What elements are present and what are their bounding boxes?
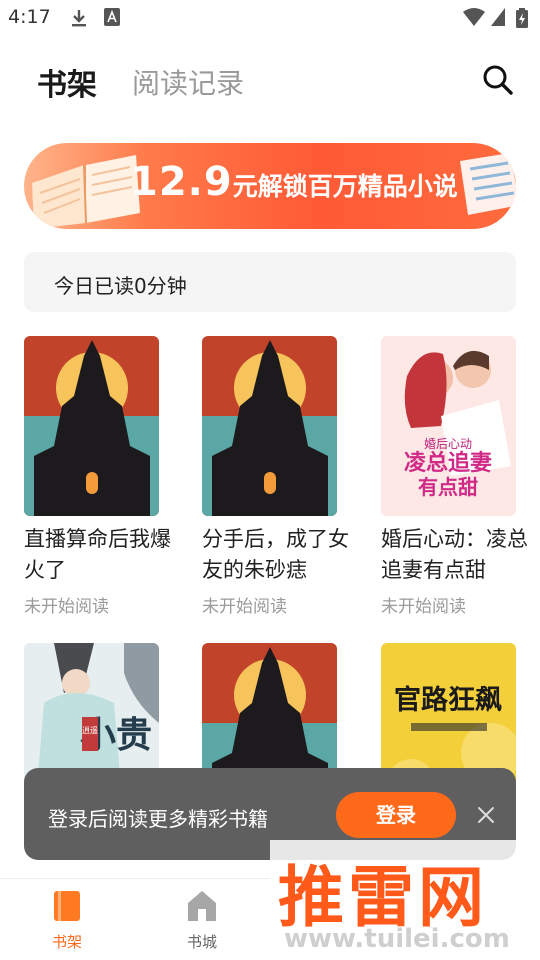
book-cover[interactable]: 婚后心动 凌总追妻 有点甜	[381, 336, 516, 516]
watermark-url: www.tuilei.com	[284, 924, 510, 954]
cover-title-line1: 婚后心动	[424, 437, 472, 451]
header: 书架 阅读记录	[0, 50, 540, 110]
tab-reading-history[interactable]: 阅读记录	[132, 62, 244, 102]
nav-label-bookstore: 书城	[186, 933, 217, 951]
wifi-icon	[463, 8, 485, 26]
login-button[interactable]: 登录	[336, 792, 456, 838]
cover-title-line2: 凌总追妻	[404, 450, 492, 476]
tab-bookshelf[interactable]: 书架	[37, 60, 97, 104]
book-status: 未开始阅读	[381, 597, 466, 617]
signal-icon	[491, 8, 505, 26]
banner-caption: 元解锁百万精品小说	[232, 172, 458, 201]
nav-label-bookshelf: 书架	[51, 933, 82, 951]
cover-title: 官路狂飙	[394, 684, 502, 716]
bookstore-icon	[188, 891, 216, 921]
book-item[interactable]: 直播算命后我爆火了 未开始阅读	[24, 336, 171, 617]
banner-text: 12.9元解锁百万精品小说	[130, 159, 458, 205]
book-cover[interactable]	[24, 336, 159, 516]
paper-icon	[460, 153, 516, 215]
book-title: 婚后心动：凌总追妻有点甜	[381, 527, 528, 582]
promo-banner[interactable]: 12.9元解锁百万精品小说	[24, 143, 516, 229]
book-item[interactable]: 婚后心动 凌总追妻 有点甜 婚后心动：凌总追妻有点甜 未开始阅读	[381, 336, 528, 617]
login-prompt-text: 登录后阅读更多精彩书籍	[48, 807, 268, 831]
book-item[interactable]: 分手后，成了女友的朱砂痣 未开始阅读	[202, 336, 349, 617]
bookshelf-icon	[54, 891, 80, 921]
cover-title-line3: 有点甜	[418, 475, 478, 499]
download-icon	[72, 10, 86, 27]
nav-item-bookstore[interactable]: 书城	[162, 889, 242, 952]
battery-icon	[516, 8, 528, 28]
book-status: 未开始阅读	[202, 597, 287, 617]
status-bar: 4:17	[0, 0, 540, 36]
reading-stats-text: 今日已读0分钟	[54, 274, 187, 298]
status-time: 4:17	[8, 6, 51, 28]
book-cover[interactable]	[202, 336, 337, 516]
watermark: 推雷网 www.tuilei.com	[270, 840, 540, 960]
nav-item-bookshelf[interactable]: 书架	[27, 889, 107, 952]
search-icon[interactable]	[480, 62, 516, 98]
book-title: 直播算命后我爆火了	[24, 527, 171, 582]
book-status: 未开始阅读	[24, 597, 109, 617]
close-icon[interactable]	[477, 806, 495, 824]
cover-tag: 逍遥	[82, 725, 98, 735]
banner-price: 12.9	[130, 159, 233, 205]
app-notification-icon	[104, 8, 120, 26]
book-title: 分手后，成了女友的朱砂痣	[202, 527, 349, 582]
reading-stats-card[interactable]: 今日已读0分钟	[24, 252, 516, 312]
